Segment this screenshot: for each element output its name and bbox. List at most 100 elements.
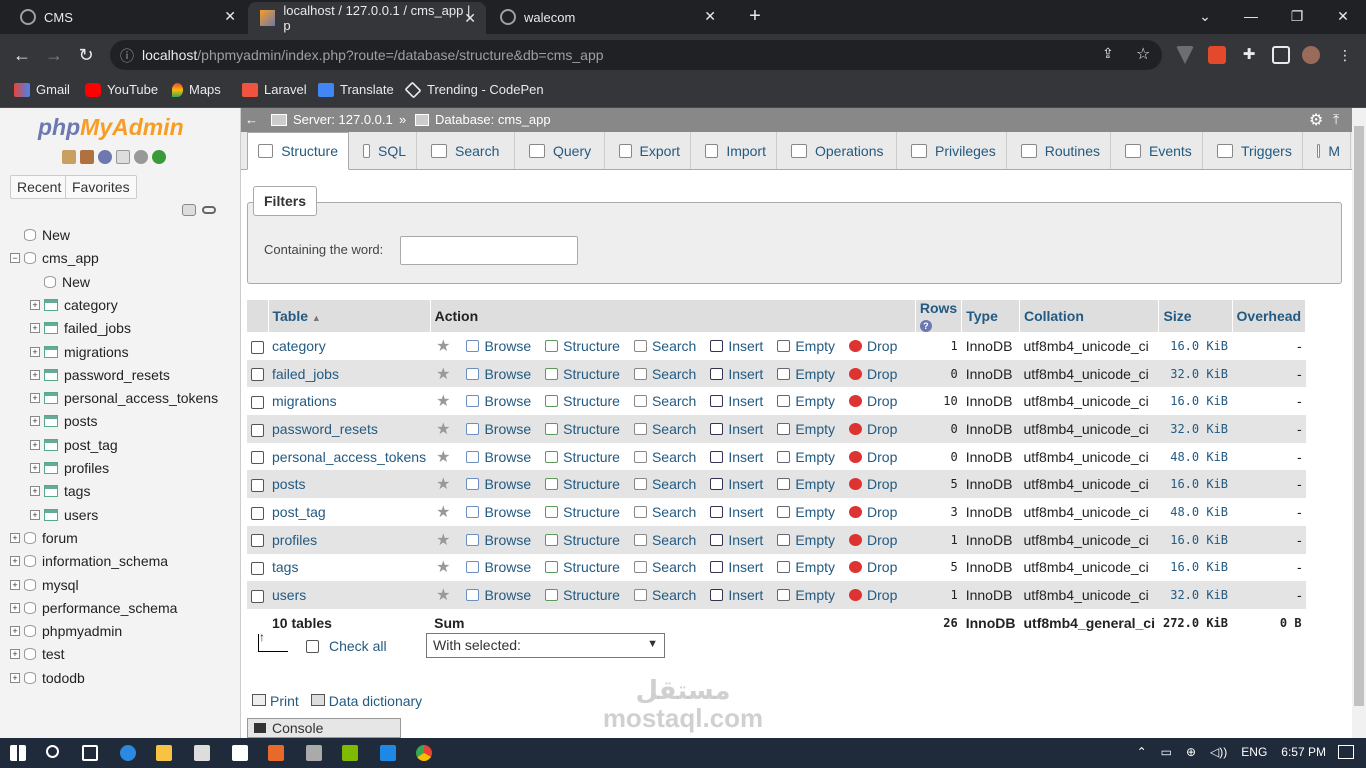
table-name-link[interactable]: password_resets [268,415,431,443]
expand-icon[interactable]: + [30,369,40,380]
puzzle-icon[interactable]: ✚ [1240,46,1258,64]
gear-icon[interactable]: ⚙ [1309,110,1323,130]
battery-icon[interactable]: ▭ [1161,745,1172,759]
edge-icon[interactable] [120,745,136,761]
expand-icon[interactable]: + [30,439,40,450]
tree-item[interactable]: + users [0,505,98,525]
tree-item[interactable]: + tags [0,481,90,501]
tree-item-label[interactable]: profiles [64,460,109,476]
home-icon[interactable] [62,150,76,164]
tree-item-label[interactable]: cms_app [42,250,99,266]
tree-item[interactable]: + password_resets [0,365,170,385]
reload-button[interactable]: ↻ [72,42,100,68]
print-link[interactable]: Print [252,693,299,709]
tree-item[interactable]: + performance_schema [0,598,177,618]
action-structure-link[interactable]: Structure [545,366,620,382]
action-drop-link[interactable]: Drop [849,366,897,382]
table-size[interactable]: 16.0 KiB [1158,387,1233,416]
action-search-link[interactable]: Search [633,449,696,465]
row-checkbox[interactable] [251,396,264,410]
action-browse-link[interactable]: Browse [466,421,531,437]
favorite-star-icon[interactable]: ★ [436,532,450,549]
col-header-type[interactable]: Type [961,300,1020,332]
scrollbar-thumb[interactable] [1354,126,1364,706]
action-drop-link[interactable]: Drop [849,504,897,520]
breadcrumb-database[interactable]: Database: cms_app [435,112,551,127]
forward-button[interactable]: → [40,42,68,68]
action-insert-link[interactable]: Insert [710,338,763,354]
favorite-star-icon[interactable]: ★ [436,421,450,438]
tree-item[interactable]: + phpmyadmin [0,621,122,641]
action-drop-link[interactable]: Drop [849,476,897,492]
network-icon[interactable]: ⊕ [1186,745,1196,759]
extension-icon[interactable] [1208,46,1226,64]
tree-item-label[interactable]: posts [64,413,97,429]
check-all-label[interactable]: Check all [329,638,387,654]
action-browse-link[interactable]: Browse [466,449,531,465]
search-icon[interactable] [46,745,59,758]
expand-icon[interactable]: + [30,346,40,357]
row-checkbox[interactable] [251,534,264,548]
tree-item[interactable]: New [0,225,70,245]
favorite-star-icon[interactable]: ★ [436,449,450,466]
vscode-icon[interactable] [380,745,396,761]
bookmark-youtube[interactable]: YouTube [85,82,158,97]
action-search-link[interactable]: Search [633,504,696,520]
table-name-link[interactable]: tags [268,553,431,582]
logout-icon[interactable] [80,150,94,164]
tree-item-label[interactable]: post_tag [64,437,118,453]
action-search-link[interactable]: Search [633,559,696,575]
table-size[interactable]: 16.0 KiB [1158,553,1233,582]
tree-item-label[interactable]: mysql [42,577,79,593]
action-structure-link[interactable]: Structure [545,393,620,409]
action-insert-link[interactable]: Insert [710,476,763,492]
tab-export[interactable]: Export [609,132,691,169]
link-icon[interactable] [202,206,216,214]
action-empty-link[interactable]: Empty [777,393,835,409]
action-empty-link[interactable]: Empty [777,366,835,382]
col-header-size[interactable]: Size [1158,300,1233,332]
tree-item-label[interactable]: migrations [64,344,129,360]
xampp-icon[interactable] [268,745,284,761]
file-explorer-icon[interactable] [156,745,172,761]
menu-kebab-icon[interactable]: ⋮ [1336,46,1354,64]
tab-operations[interactable]: Operations [781,132,897,169]
recent-button[interactable]: Recent [10,175,69,199]
action-empty-link[interactable]: Empty [777,559,835,575]
table-size[interactable]: 32.0 KiB [1158,581,1233,609]
new-tab-button[interactable]: + [732,0,778,34]
table-name-link[interactable]: posts [268,470,431,499]
expand-icon[interactable]: − [10,253,20,264]
action-browse-link[interactable]: Browse [466,393,531,409]
expand-icon[interactable]: + [30,299,40,310]
data-dictionary-link[interactable]: Data dictionary [310,693,422,709]
table-size[interactable]: 16.0 KiB [1158,332,1233,360]
action-structure-link[interactable]: Structure [545,421,620,437]
action-empty-link[interactable]: Empty [777,338,835,354]
action-insert-link[interactable]: Insert [710,449,763,465]
collapse-arrow-icon[interactable]: ← [245,112,258,127]
close-tab-icon[interactable]: ✕ [464,10,476,27]
bookmark-star-icon[interactable]: ☆ [1136,44,1150,64]
row-checkbox[interactable] [251,479,264,493]
action-browse-link[interactable]: Browse [466,338,531,354]
expand-icon[interactable]: + [10,579,20,590]
tree-item-label[interactable]: tododb [42,670,85,686]
row-checkbox[interactable] [251,589,264,603]
favorite-star-icon[interactable]: ★ [436,393,450,410]
tab-m[interactable]: M [1307,132,1351,169]
tree-item-label[interactable]: forum [42,530,78,546]
browser-tab-phpmyadmin[interactable]: localhost / 127.0.0.1 / cms_app | p ✕ [248,2,486,34]
tab-triggers[interactable]: Triggers [1207,132,1303,169]
tree-item-label[interactable]: phpmyadmin [42,623,122,639]
col-header-rows[interactable]: Rows ? [915,300,963,332]
page-scrollbar[interactable] [1352,108,1366,738]
tab-sql[interactable]: SQL [353,132,417,169]
tree-item[interactable]: + failed_jobs [0,318,131,338]
minimize-button[interactable]: — [1228,0,1274,34]
restore-button[interactable]: ❐ [1274,0,1320,34]
row-checkbox[interactable] [251,506,264,520]
col-header-collation[interactable]: Collation [1019,300,1160,332]
action-empty-link[interactable]: Empty [777,504,835,520]
table-size[interactable]: 16.0 KiB [1158,525,1233,554]
